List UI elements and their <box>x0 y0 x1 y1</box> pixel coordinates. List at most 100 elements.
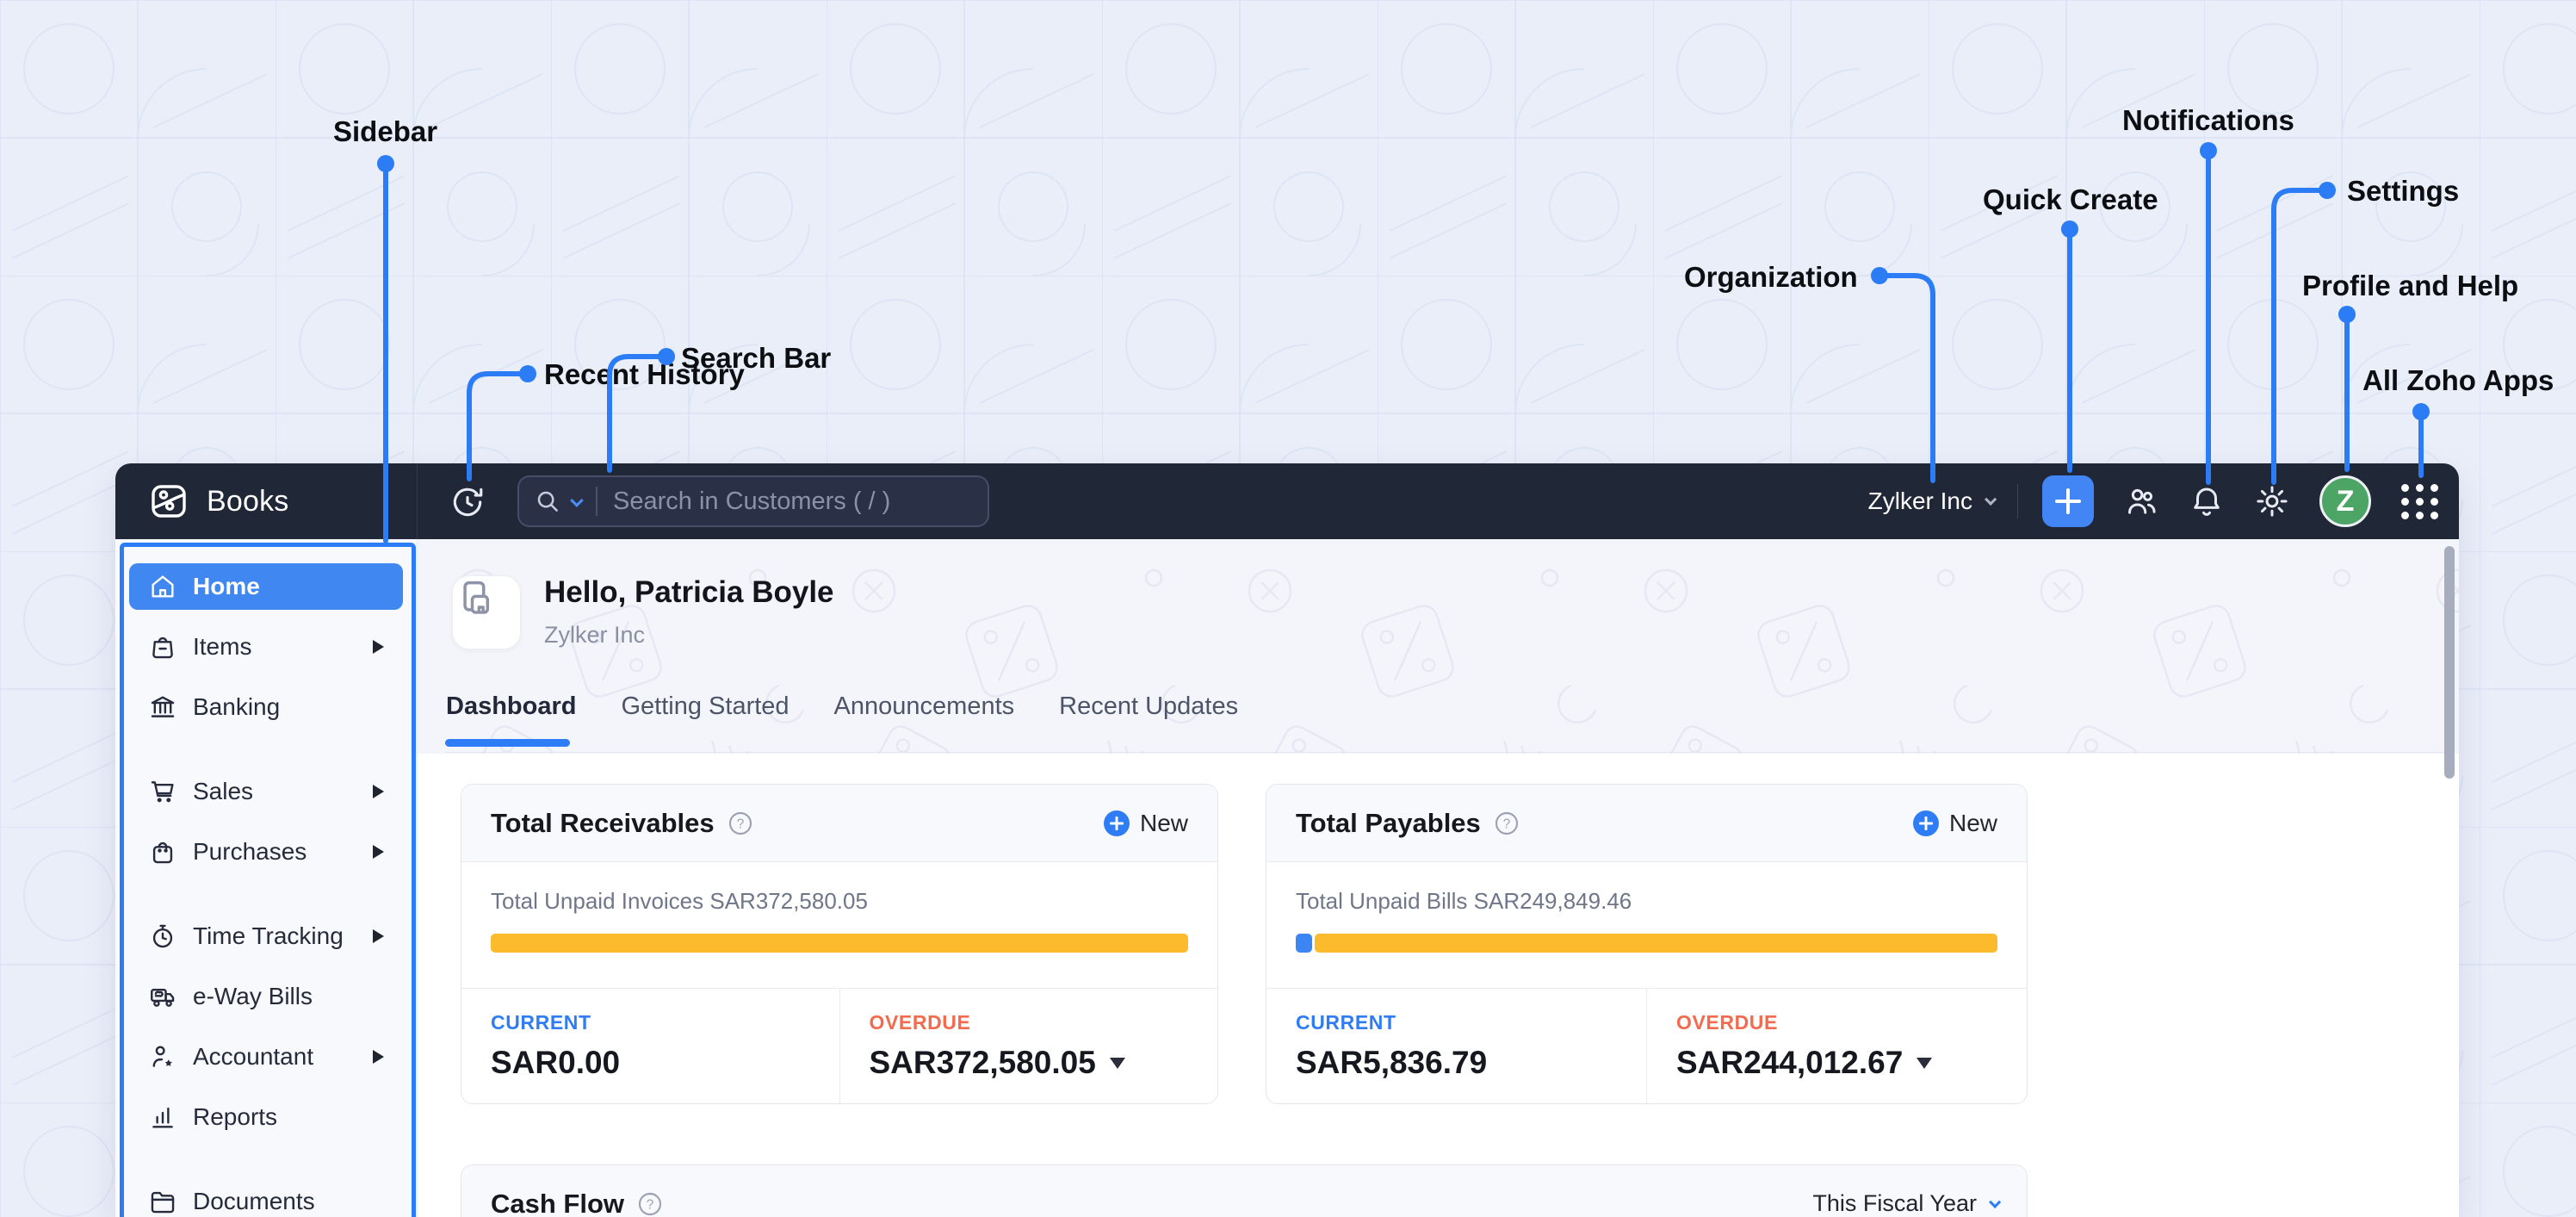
new-invoice-button[interactable]: New <box>1103 810 1188 837</box>
product-name: Books <box>207 484 289 518</box>
receivables-current: CURRENT SAR0.00 <box>491 1011 621 1080</box>
top-bar: Books Zylker Inc <box>115 463 2459 539</box>
receivables-overdue: OVERDUE SAR372,580.05 <box>839 989 1218 1103</box>
eway-truck-icon <box>151 989 175 1007</box>
plus-icon <box>1912 810 1939 836</box>
documents-folder-icon <box>151 1191 175 1214</box>
search-scope-chevron-icon[interactable] <box>570 493 584 507</box>
sales-cart-icon <box>151 781 174 803</box>
sidebar-item-documents[interactable]: Documents <box>129 1178 403 1217</box>
plus-icon <box>1103 810 1130 836</box>
scrollbar-thumb[interactable] <box>2444 546 2455 779</box>
sidebar-item-sales[interactable]: Sales <box>129 768 403 815</box>
total-payables-card: Total Payables ? New Total Unpaid Bills … <box>1266 784 2028 1104</box>
expand-arrow-icon <box>373 1050 384 1064</box>
sidebar-item-time-tracking[interactable]: Time Tracking <box>129 913 403 959</box>
settings-gear-icon[interactable] <box>2254 483 2290 519</box>
total-receivables-card: Total Receivables ? New Total Unpaid Inv… <box>461 784 1218 1104</box>
unpaid-invoices-label: Total Unpaid Invoices SAR372,580.05 <box>491 888 868 914</box>
caret-down-icon <box>1917 1057 1933 1069</box>
new-bill-button[interactable]: New <box>1912 810 1997 837</box>
overdue-bar-segment <box>1315 934 1997 953</box>
help-icon[interactable]: ? <box>636 1190 664 1217</box>
bank-icon <box>151 696 175 717</box>
cash-flow-title: Cash Flow <box>491 1188 625 1217</box>
app-window: Books Zylker Inc <box>115 463 2459 1217</box>
svg-text:?: ? <box>647 1197 654 1212</box>
sidebar-item-eway-bills[interactable]: e-Way Bills <box>129 973 403 1020</box>
overdue-amount-dropdown[interactable]: SAR372,580.05 <box>870 1045 1189 1081</box>
overdue-amount: SAR372,580.05 <box>869 1045 1096 1080</box>
overdue-amount: SAR244,012.67 <box>1676 1045 1904 1080</box>
greeting-subtitle: Zylker Inc <box>544 622 646 648</box>
overdue-amount-dropdown[interactable]: SAR244,012.67 <box>1676 1045 1997 1081</box>
logo-block[interactable]: Books <box>115 463 418 539</box>
receivables-progress-bar <box>491 934 1188 953</box>
sidebar-item-reports[interactable]: Reports <box>129 1094 403 1140</box>
chevron-down-icon <box>1985 493 1997 506</box>
sidebar-item-items[interactable]: Items <box>129 624 403 670</box>
receivables-title: Total Receivables <box>491 807 715 838</box>
fiscal-year-filter[interactable]: This Fiscal Year <box>1812 1190 2002 1217</box>
annotation-quick-create: Quick Create <box>1983 183 2158 215</box>
chevron-down-icon <box>1989 1195 2002 1208</box>
payables-progress-bar <box>1296 934 1997 953</box>
stopwatch-icon <box>152 924 173 948</box>
annotation-all-zoho-apps: All Zoho Apps <box>2362 364 2554 396</box>
payables-overdue: OVERDUE SAR244,012.67 <box>1646 989 2027 1103</box>
search-input[interactable] <box>613 487 972 516</box>
users-icon[interactable] <box>2123 483 2159 519</box>
svg-text:?: ? <box>1503 817 1511 831</box>
svg-text:?: ? <box>736 817 744 831</box>
cash-flow-card: Cash Flow ? This Fiscal Year <box>461 1164 2028 1217</box>
organization-switcher[interactable]: Zylker Inc <box>1867 487 1997 515</box>
home-icon <box>152 575 174 598</box>
accountant-icon <box>152 1046 172 1067</box>
current-bar-segment <box>1296 934 1312 953</box>
expand-arrow-icon <box>373 640 384 654</box>
main-content: Hello, Patricia Boyle Zylker Inc Dashboa… <box>418 539 2459 1217</box>
dashboard-tabs: Dashboard Getting Started Announcements … <box>446 692 1238 736</box>
help-icon[interactable]: ? <box>727 810 754 837</box>
sidebar-item-accountant[interactable]: Accountant <box>129 1034 403 1080</box>
overdue-bar-segment <box>491 934 1188 953</box>
search-icon <box>537 491 558 512</box>
annotation-profile-and-help: Profile and Help <box>2302 270 2519 301</box>
sidebar-item-purchases[interactable]: Purchases <box>129 829 403 875</box>
global-search[interactable] <box>517 475 989 527</box>
current-amount: SAR0.00 <box>491 1045 621 1080</box>
sidebar-item-banking[interactable]: Banking <box>129 684 403 730</box>
receivables-header: Total Receivables ? New <box>461 785 1217 862</box>
organization-name: Zylker Inc <box>1867 487 1972 514</box>
organization-avatar <box>452 575 521 649</box>
expand-arrow-icon <box>373 929 384 943</box>
annotation-settings: Settings <box>2347 175 2460 207</box>
unpaid-bills-label: Total Unpaid Bills SAR249,849.46 <box>1296 888 1632 914</box>
caret-down-icon <box>1109 1057 1125 1069</box>
active-tab-indicator <box>445 739 570 747</box>
help-icon[interactable]: ? <box>1493 810 1520 837</box>
notifications-bell-icon[interactable] <box>2189 483 2225 519</box>
avatar-letter: Z <box>2336 484 2355 518</box>
expand-arrow-icon <box>373 845 384 859</box>
profile-avatar[interactable]: Z <box>2319 475 2371 527</box>
purchases-bag-icon <box>152 841 173 864</box>
tab-dashboard[interactable]: Dashboard <box>446 692 576 736</box>
recent-history-icon[interactable] <box>449 482 486 520</box>
tab-announcements[interactable]: Announcements <box>834 692 1015 736</box>
tabs-divider <box>445 752 2445 753</box>
greeting-banner: Hello, Patricia Boyle Zylker Inc Dashboa… <box>418 539 2459 754</box>
all-zoho-apps-icon[interactable] <box>2400 482 2438 520</box>
reports-chart-icon <box>152 1107 173 1128</box>
current-amount: SAR5,836.79 <box>1296 1045 1488 1080</box>
sidebar-item-home[interactable]: Home <box>129 563 403 610</box>
annotation-notifications: Notifications <box>2122 104 2294 136</box>
annotation-search-bar: Search Bar <box>681 342 832 374</box>
tab-getting-started[interactable]: Getting Started <box>621 692 789 736</box>
payables-current: CURRENT SAR5,836.79 <box>1296 1011 1488 1080</box>
quick-create-button[interactable] <box>2042 475 2094 527</box>
tab-recent-updates[interactable]: Recent Updates <box>1059 692 1238 736</box>
search-divider <box>596 487 598 516</box>
expand-arrow-icon <box>373 785 384 798</box>
greeting-title: Hello, Patricia Boyle <box>544 575 834 609</box>
